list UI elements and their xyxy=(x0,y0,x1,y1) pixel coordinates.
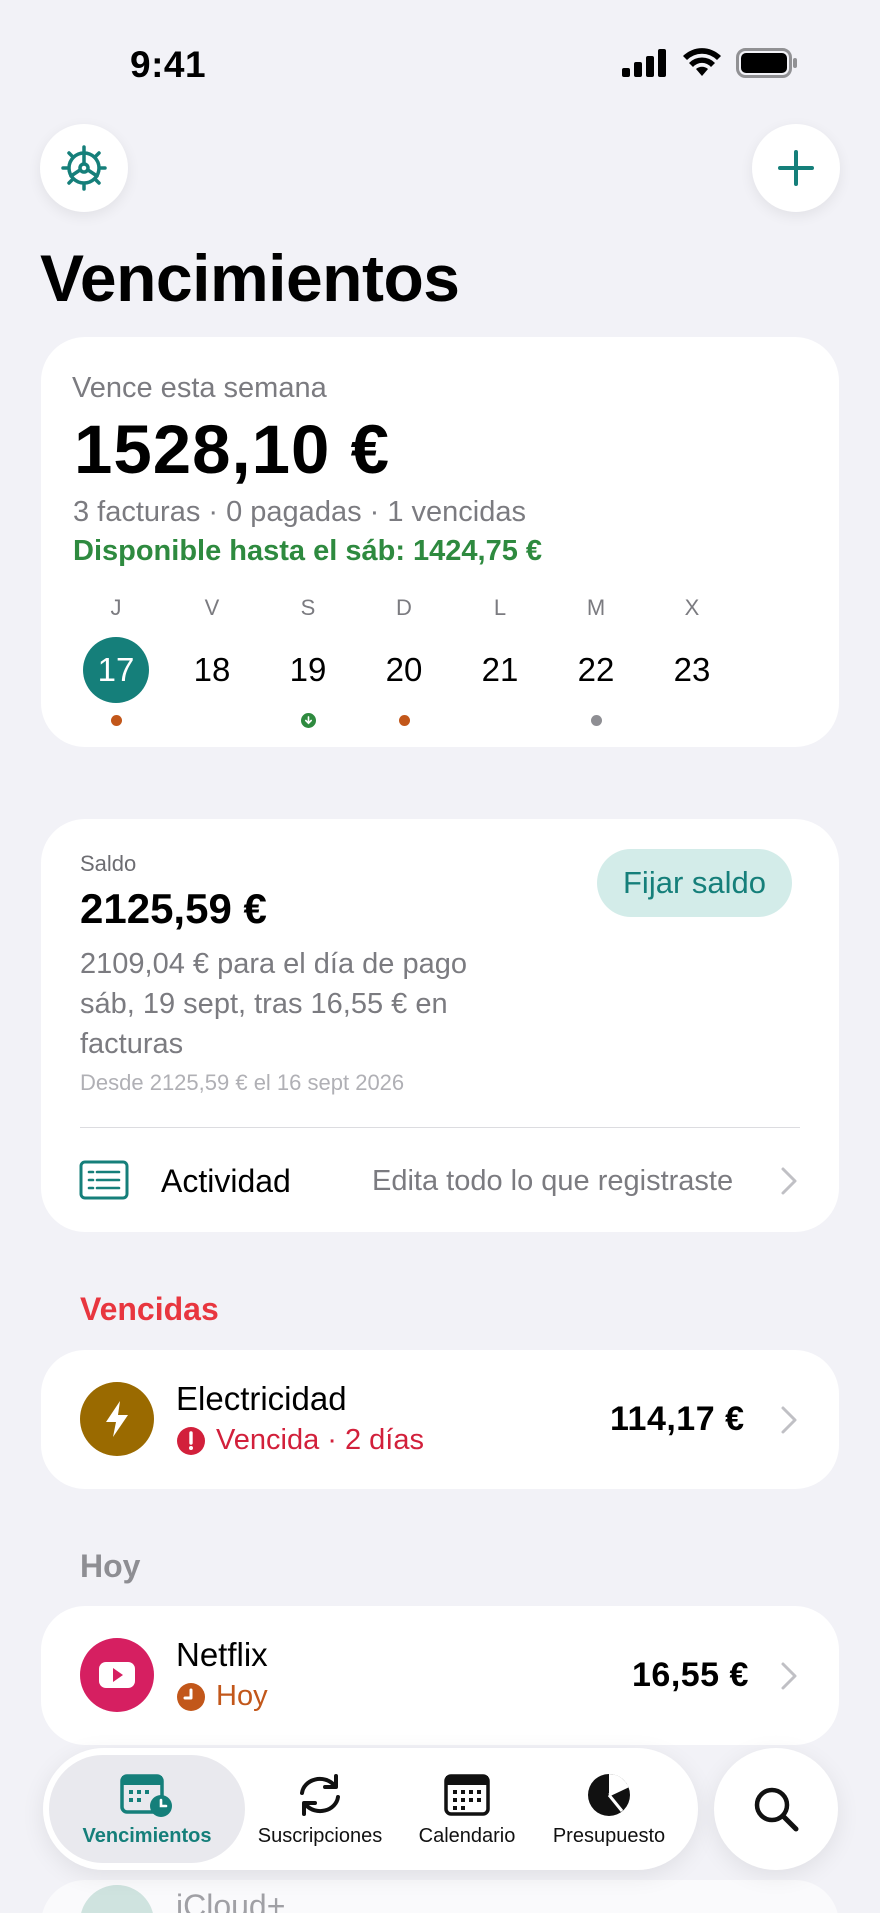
status-icons xyxy=(622,48,798,78)
day-number: 21 xyxy=(481,651,519,688)
calendar-icon xyxy=(444,1773,490,1816)
day-letter: L xyxy=(493,595,507,620)
repeat-icon xyxy=(300,1773,340,1816)
day-number: 23 xyxy=(673,651,711,688)
overdue-section-title: Vencidas xyxy=(80,1291,219,1327)
gear-icon xyxy=(61,145,107,191)
week-summary: 3 facturas · 0 pagadas · 1 vencidas xyxy=(73,496,526,528)
balance-description: 2109,04 € para el día de pago sáb, 19 se… xyxy=(80,948,467,1060)
day-thursday[interactable]: J 17 xyxy=(76,595,156,727)
chevron-right-icon xyxy=(781,1167,797,1195)
balance-value: 2125,59 € xyxy=(80,885,267,932)
due-dot-icon xyxy=(110,714,122,726)
week-total: 1528,10 € xyxy=(74,411,390,488)
tab-label: Calendario xyxy=(418,1824,516,1847)
settings-button[interactable] xyxy=(40,124,128,212)
bill-row-peek xyxy=(41,1880,839,1913)
bolt-icon xyxy=(80,1382,154,1456)
bill-status: Vencida · 2 días xyxy=(176,1424,424,1457)
clock-icon xyxy=(177,1682,205,1711)
week-label: Vence esta semana xyxy=(72,372,327,404)
balance-label: Saldo xyxy=(80,851,137,876)
tab-calendario[interactable]: Calendario xyxy=(395,1755,539,1863)
due-dot-icon xyxy=(398,714,410,726)
day-letter: X xyxy=(684,595,700,620)
day-number: 19 xyxy=(289,651,327,688)
activity-hint: Edita todo lo que registraste xyxy=(372,1165,734,1197)
day-tuesday[interactable]: M 22 xyxy=(556,595,636,727)
chevron-right-icon xyxy=(781,1662,797,1690)
tab-label: Suscripciones xyxy=(257,1824,383,1847)
search-icon xyxy=(754,1787,799,1832)
day-monday[interactable]: L 21 xyxy=(460,595,540,727)
day-letter: J xyxy=(110,595,122,620)
tab-presupuesto[interactable]: Presupuesto xyxy=(539,1755,679,1863)
day-friday[interactable]: V 18 xyxy=(172,595,252,727)
bill-amount: 114,17 € xyxy=(610,1400,745,1438)
bill-status-text: Vencida · 2 días xyxy=(216,1424,424,1456)
set-balance-button[interactable]: Fijar saldo xyxy=(597,849,792,917)
bill-name: Netflix xyxy=(176,1636,268,1673)
today-section-title: Hoy xyxy=(80,1548,141,1584)
tab-label: Vencimientos xyxy=(82,1824,212,1847)
bill-status: Hoy xyxy=(176,1680,268,1713)
calendar-clock-icon xyxy=(120,1773,172,1817)
available-amount: Disponible hasta el sáb: 1424,75 € xyxy=(73,535,543,567)
day-saturday[interactable]: S 19 xyxy=(268,595,348,728)
day-number: 18 xyxy=(193,651,231,688)
activity-label: Actividad xyxy=(161,1163,291,1199)
bill-status-text: Hoy xyxy=(216,1680,268,1712)
day-number: 22 xyxy=(577,651,615,688)
bill-name: Electricidad xyxy=(176,1380,347,1417)
bill-amount: 16,55 € xyxy=(632,1656,749,1694)
battery-icon xyxy=(736,48,797,78)
plus-icon xyxy=(778,150,814,186)
add-bill-button[interactable] xyxy=(752,124,840,212)
day-sunday[interactable]: D 20 xyxy=(364,595,444,727)
search-button[interactable] xyxy=(714,1748,838,1870)
cellular-signal-icon xyxy=(622,49,666,77)
day-wednesday[interactable]: X 23 xyxy=(652,595,732,727)
tab-bar: Vencimientos Suscripciones Calendario Pr… xyxy=(43,1748,698,1870)
day-number: 17 xyxy=(83,637,149,703)
day-number: 20 xyxy=(385,651,423,688)
day-letter: D xyxy=(396,595,412,620)
day-letter: M xyxy=(586,595,606,620)
pie-chart-icon xyxy=(588,1773,630,1816)
wifi-icon xyxy=(683,48,721,76)
scheduled-dot-icon xyxy=(590,714,602,726)
list-icon xyxy=(79,1160,129,1200)
chevron-right-icon xyxy=(781,1406,797,1434)
tab-label: Presupuesto xyxy=(552,1824,666,1847)
bill-name: iCloud+ xyxy=(176,1888,286,1913)
exclamation-icon xyxy=(177,1426,205,1455)
day-letter: V xyxy=(204,595,220,620)
payday-arrow-icon xyxy=(300,712,316,728)
page-title: Vencimientos xyxy=(40,241,460,315)
day-letter: S xyxy=(300,595,316,620)
tab-vencimientos[interactable]: Vencimientos xyxy=(49,1755,245,1863)
balance-since: Desde 2125,59 € el 16 sept 2026 xyxy=(80,1070,405,1095)
status-time: 9:41 xyxy=(130,44,207,85)
play-icon xyxy=(80,1638,154,1712)
tab-suscripciones[interactable]: Suscripciones xyxy=(245,1755,395,1863)
